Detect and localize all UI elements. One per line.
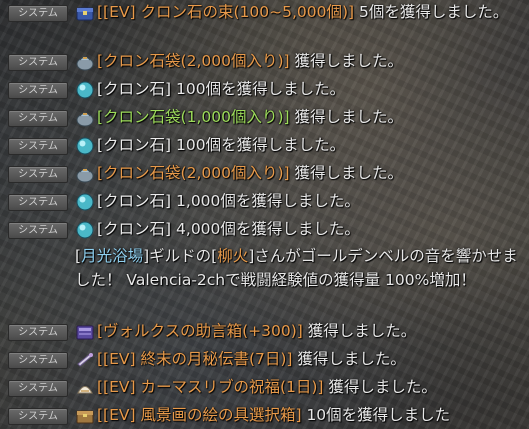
message-text: [クロン石] 100個を獲得しました。 (97, 78, 525, 101)
system-badge[interactable]: システム (8, 54, 68, 71)
item-link[interactable]: [クロン石] (97, 192, 171, 210)
message-body: 1,000個を獲得しました。 (171, 192, 360, 210)
item-link[interactable]: [[EV] 終末の月秘伝書(7日)] (97, 350, 292, 368)
item-link[interactable]: [クロン石袋(2,000個入り)] (97, 164, 290, 182)
item-link[interactable]: [[EV] 風景画の絵の具選択箱] (97, 406, 302, 424)
message-text: [クロン石] 4,000個を獲得しました。 (97, 218, 525, 241)
pouch-icon (76, 168, 94, 183)
system-badge[interactable]: システム (8, 324, 68, 341)
system-badge[interactable]: システム (8, 5, 68, 22)
message-body: 5個を獲得しました。 (354, 3, 509, 21)
scroll-icon (77, 353, 93, 367)
message-body: ]ギルドの[ (143, 247, 218, 265)
crystal-icon (76, 81, 94, 99)
message-text: [月光浴場]ギルドの[柳火]さんがゴールデンベルの音を響かせました！ Valen… (75, 245, 525, 292)
message-body: 100個を獲得しました。 (171, 80, 346, 98)
item-link[interactable]: [[EV] クロン石の束(100~5,000個)] (97, 3, 354, 21)
system-badge[interactable]: システム (8, 222, 68, 239)
item-link[interactable]: [クロン石] (97, 136, 171, 154)
message-body: 獲得しました。 (302, 322, 417, 340)
item-link[interactable]: [クロン石] (97, 220, 171, 238)
message-body: 獲得しました。 (289, 108, 403, 126)
message-text: [クロン石] 100個を獲得しました。 (97, 134, 525, 157)
player-name-link[interactable]: 柳火 (217, 247, 248, 265)
message-text: [[EV] 終末の月秘伝書(7日)] 獲得しました。 (97, 348, 525, 371)
system-badge[interactable]: システム (8, 194, 68, 211)
guild-name-link[interactable]: 月光浴場 (81, 247, 143, 265)
message-text: [[EV] カーマスリブの祝福(1日)] 獲得しました。 (97, 376, 525, 399)
item-link[interactable]: [クロン石袋(2,000個入り)] (97, 52, 290, 70)
message-body: 獲得しました。 (292, 350, 406, 368)
system-badge[interactable]: システム (8, 352, 68, 369)
system-badge[interactable]: システム (8, 408, 68, 425)
crystal-icon (76, 137, 94, 155)
message-text: [ヴォルクスの助言箱(+300)] 獲得しました。 (97, 320, 525, 343)
system-badge[interactable]: システム (8, 110, 68, 127)
message-text: [クロン石袋(2,000個入り)] 獲得しました。 (97, 162, 525, 185)
message-text: [クロン石袋(1,000個入り)] 獲得しました。 (97, 106, 525, 129)
item-link[interactable]: [クロン石] (97, 80, 171, 98)
pouch-icon (76, 112, 94, 127)
message-text: [クロン石] 1,000個を獲得しました。 (97, 190, 525, 213)
message-text: [[EV] 風景画の絵の具選択箱] 10個を獲得しました (97, 404, 525, 427)
system-badge[interactable]: システム (8, 166, 68, 183)
book-box-icon (76, 325, 94, 340)
item-link[interactable]: [ヴォルクスの助言箱(+300)] (97, 322, 303, 340)
message-body: 獲得しました。 (289, 52, 403, 70)
system-badge[interactable]: システム (8, 138, 68, 155)
crystal-icon (76, 221, 94, 239)
message-body: 100個を獲得しました。 (171, 136, 346, 154)
pouch-icon (76, 56, 94, 71)
message-body: 獲得しました。 (323, 378, 437, 396)
paint-box-icon (76, 410, 94, 424)
message-text: [[EV] クロン石の束(100~5,000個)] 5個を獲得しました。 (97, 1, 527, 24)
message-text: [クロン石袋(2,000個入り)] 獲得しました。 (97, 50, 525, 73)
blessing-icon (77, 386, 93, 394)
message-body: 10個を獲得しました (301, 406, 451, 424)
chest-icon (76, 7, 94, 21)
item-link[interactable]: [クロン石袋(1,000個入り)] (97, 108, 290, 126)
system-badge[interactable]: システム (8, 380, 68, 397)
item-link[interactable]: [[EV] カーマスリブの祝福(1日)] (97, 378, 323, 396)
message-body: 4,000個を獲得しました。 (171, 220, 360, 238)
crystal-icon (76, 193, 94, 211)
message-body: 獲得しました。 (289, 164, 403, 182)
system-badge[interactable]: システム (8, 82, 68, 99)
